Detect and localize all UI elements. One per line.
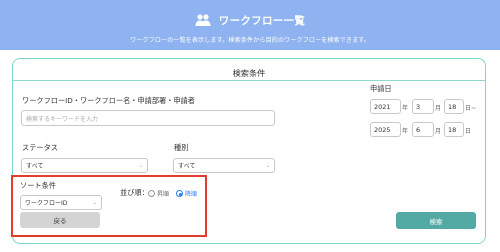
workflow-list-page: ワークフロー一覧 ワークフローの一覧を表示します。検索条件から目的のワークフロー…	[0, 0, 500, 252]
sort-select-value: ワークフローID	[25, 200, 68, 207]
to-year-unit: 年	[402, 128, 409, 135]
from-day-input[interactable]: 18	[444, 99, 464, 114]
page-subtitle: ワークフローの一覧を表示します。検索条件から目的のワークフローを検索できます。	[129, 37, 371, 44]
apply-date-label: 申請日	[370, 84, 392, 93]
from-year-input[interactable]: 2021	[370, 99, 401, 114]
status-select-value: すべて	[26, 163, 44, 170]
order-label: 並び順：	[120, 188, 149, 197]
type-select[interactable]: すべて ⌄	[173, 158, 275, 173]
users-icon	[195, 14, 211, 26]
to-month-input[interactable]: 6	[412, 122, 434, 137]
panel-divider	[13, 80, 485, 81]
order-desc-option[interactable]: 降順	[176, 189, 197, 198]
to-day-unit: 日	[465, 128, 472, 135]
back-button[interactable]: 戻る	[20, 212, 100, 228]
from-month-unit: 月	[435, 105, 442, 112]
chevron-down-icon: ⌄	[92, 199, 97, 206]
to-year-input[interactable]: 2025	[370, 122, 401, 137]
status-label: ステータス	[22, 143, 58, 152]
chevron-down-icon: ⌄	[265, 162, 270, 169]
page-title: ワークフロー一覧	[218, 14, 306, 27]
type-select-value: すべて	[178, 163, 196, 170]
from-day-unit: 日~	[465, 105, 477, 112]
to-month-unit: 月	[435, 128, 442, 135]
radio-asc[interactable]	[148, 190, 155, 197]
type-label: 種別	[174, 143, 189, 152]
status-select[interactable]: すべて ⌄	[21, 158, 148, 173]
order-asc-option[interactable]: 昇順	[148, 189, 169, 198]
search-button[interactable]: 検索	[396, 212, 476, 229]
header-title-row: ワークフロー一覧	[0, 11, 500, 29]
sort-select[interactable]: ワークフローID ⌄	[20, 195, 102, 210]
radio-desc[interactable]	[176, 190, 183, 197]
keyword-input[interactable]: 検索するキーワードを入力	[21, 110, 275, 126]
order-asc-label: 昇順	[157, 191, 170, 198]
page-header: ワークフロー一覧 ワークフローの一覧を表示します。検索条件から目的のワークフロー…	[0, 0, 500, 50]
keyword-label: ワークフローID・ワークフロー名・申請部署・申請者	[22, 96, 195, 105]
search-conditions-title: 検索条件	[232, 68, 266, 78]
chevron-down-icon: ⌄	[138, 162, 143, 169]
from-month-input[interactable]: 3	[412, 99, 434, 114]
sort-label: ソート条件	[20, 181, 56, 190]
order-desc-label: 降順	[185, 191, 198, 198]
from-year-unit: 年	[402, 105, 409, 112]
to-day-input[interactable]: 18	[444, 122, 464, 137]
